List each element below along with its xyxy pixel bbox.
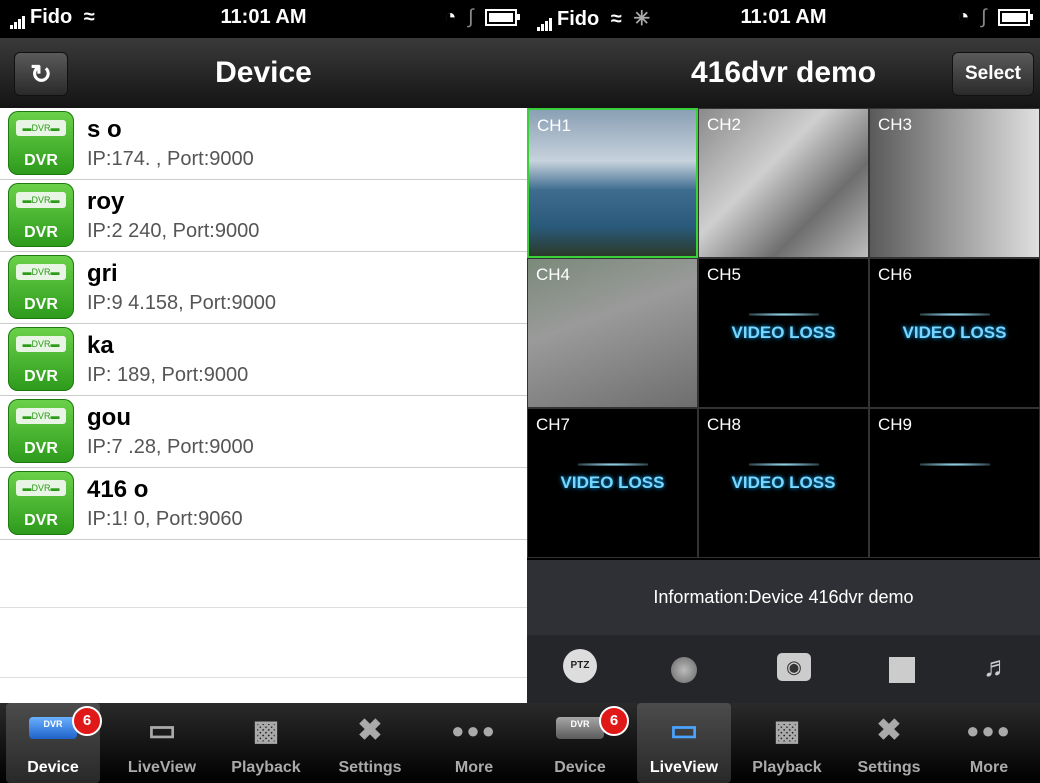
info-bar: Information:Device 416dvr demo	[527, 560, 1040, 635]
tab-playback[interactable]: ▩ Playback	[218, 703, 314, 783]
select-button[interactable]: Select	[952, 52, 1034, 96]
tab-liveview[interactable]: ▭ LiveView	[637, 703, 731, 783]
device-name: 416 o	[87, 476, 149, 503]
dvr-icon: DVR	[29, 717, 77, 739]
dvr-icon: ▬DVR▬ DVR	[8, 255, 74, 319]
device-name: gou	[87, 404, 131, 431]
liveview-screen: Fido ≈ ✳ 11:01 AM ◔ ∫ 416dvr demo Select…	[527, 0, 1040, 783]
clock-icon: ◔	[444, 6, 457, 28]
snapshot-button[interactable]: ◉	[777, 653, 811, 681]
more-dots-icon: ●●●	[451, 718, 497, 743]
nav-bar: ↻ Device	[0, 38, 527, 108]
device-row[interactable]: ▬DVR▬ DVR roy IP:2 240, Port:9000	[0, 180, 527, 252]
device-name: s o	[87, 116, 122, 143]
channel-cell-3[interactable]: CH3	[869, 108, 1040, 258]
device-list: ▬DVR▬ DVR s o IP:174. , Port:9000 ▬DVR▬ DV…	[0, 108, 527, 540]
camera-icon: ◉	[786, 657, 802, 677]
film-icon: ▩	[773, 715, 801, 746]
tab-bar: DVR 6 Device ▭ LiveView ▩ Playback ✖ Set…	[527, 703, 1040, 783]
nav-bar: 416dvr demo Select	[527, 38, 1040, 108]
video-loss-label: VIDEO LOSS	[902, 323, 1007, 342]
device-address: IP:1! 0, Port:9060	[87, 508, 243, 530]
device-screen: Fido ≈ 11:01 AM ◔ ∫ ↻ Device ▬DVR▬ DVR s …	[0, 0, 527, 783]
channel-cell-4[interactable]: CH4	[527, 258, 698, 408]
tab-liveview[interactable]: ▭ LiveView	[115, 703, 209, 783]
channel-cell-5[interactable]: CH5 VIDEO LOSS	[698, 258, 869, 408]
record-button[interactable]	[671, 657, 697, 683]
control-bar: PTZ ◉ ♬	[527, 635, 1040, 703]
ptz-icon: PTZ	[570, 660, 590, 671]
tab-device[interactable]: DVR 6 Device	[533, 703, 629, 783]
dvr-icon: DVR	[556, 717, 604, 739]
tab-settings[interactable]: ✖ Settings	[841, 703, 937, 783]
device-row[interactable]: ▬DVR▬ DVR ka IP: 189, Port:9000	[0, 324, 527, 396]
tools-icon: ✖	[876, 714, 902, 747]
channel-cell-2[interactable]: CH2	[698, 108, 869, 258]
bluetooth-icon: ∫	[467, 6, 474, 28]
device-address: IP:174. , Port:9000	[87, 148, 254, 170]
divider	[0, 607, 527, 608]
device-address: IP:2 240, Port:9000	[87, 220, 260, 242]
tab-bar: DVR 6 Device ▭ LiveView ▩ Playback ✖ Set…	[0, 703, 527, 783]
status-bar: Fido ≈ ✳ 11:01 AM ◔ ∫	[527, 0, 1040, 38]
bluetooth-icon: ∫	[980, 6, 987, 28]
channel-cell-6[interactable]: CH6 VIDEO LOSS	[869, 258, 1040, 408]
divider	[0, 677, 527, 678]
stop-button[interactable]	[889, 657, 915, 683]
film-icon: ▩	[252, 715, 280, 746]
channel-cell-9[interactable]: CH9	[869, 408, 1040, 558]
notification-badge: 6	[599, 706, 629, 736]
channel-cell-1[interactable]: CH1	[527, 108, 698, 258]
ptz-button[interactable]: PTZ	[563, 649, 597, 683]
device-address: IP: 189, Port:9000	[87, 364, 249, 386]
device-address: IP:9 4.158, Port:9000	[87, 292, 277, 314]
device-name: roy	[87, 188, 125, 215]
clock-icon: ◔	[957, 6, 970, 28]
tab-settings[interactable]: ✖ Settings	[322, 703, 418, 783]
volume-button[interactable]: ♬	[983, 651, 1011, 683]
device-row[interactable]: ▬DVR▬ DVR gou IP:7 .28, Port:9000	[0, 396, 527, 468]
dvr-icon: ▬DVR▬ DVR	[8, 111, 74, 175]
channel-cell-8[interactable]: CH8 VIDEO LOSS	[698, 408, 869, 558]
page-title: Device	[215, 56, 312, 89]
tools-icon: ✖	[357, 714, 383, 747]
monitor-icon: ▭	[147, 714, 177, 747]
dvr-icon: ▬DVR▬ DVR	[8, 327, 74, 391]
device-name: ka	[87, 332, 114, 359]
monitor-icon: ▭	[669, 714, 699, 747]
channel-cell-7[interactable]: CH7 VIDEO LOSS	[527, 408, 698, 558]
video-loss-label: VIDEO LOSS	[731, 323, 836, 342]
tab-playback[interactable]: ▩ Playback	[739, 703, 835, 783]
device-row[interactable]: ▬DVR▬ DVR s o IP:174. , Port:9000	[0, 108, 527, 180]
status-bar: Fido ≈ 11:01 AM ◔ ∫	[0, 0, 527, 38]
dvr-icon: ▬DVR▬ DVR	[8, 183, 74, 247]
speaker-icon: ♬	[983, 651, 1011, 682]
dvr-icon: ▬DVR▬ DVR	[8, 471, 74, 535]
device-name: gri	[87, 260, 118, 287]
notification-badge: 6	[72, 706, 102, 736]
video-loss-label: VIDEO LOSS	[560, 473, 665, 492]
channel-grid: CH1 CH2 CH3 CH4 CH5 VIDEO LOSS CH6 VIDEO…	[527, 108, 1040, 560]
dvr-icon: ▬DVR▬ DVR	[8, 399, 74, 463]
battery-icon	[998, 9, 1033, 27]
tab-more[interactable]: ●●● More	[426, 703, 522, 783]
tab-device[interactable]: DVR 6 Device	[6, 703, 102, 783]
video-loss-label: VIDEO LOSS	[731, 473, 836, 492]
device-row[interactable]: ▬DVR▬ DVR 416 o IP:1! 0, Port:9060	[0, 468, 527, 540]
device-row[interactable]: ▬DVR▬ DVR gri IP:9 4.158, Port:9000	[0, 252, 527, 324]
device-address: IP:7 .28, Port:9000	[87, 436, 254, 458]
more-dots-icon: ●●●	[966, 718, 1012, 743]
tab-more[interactable]: ●●● More	[941, 703, 1037, 783]
battery-icon	[485, 9, 520, 27]
